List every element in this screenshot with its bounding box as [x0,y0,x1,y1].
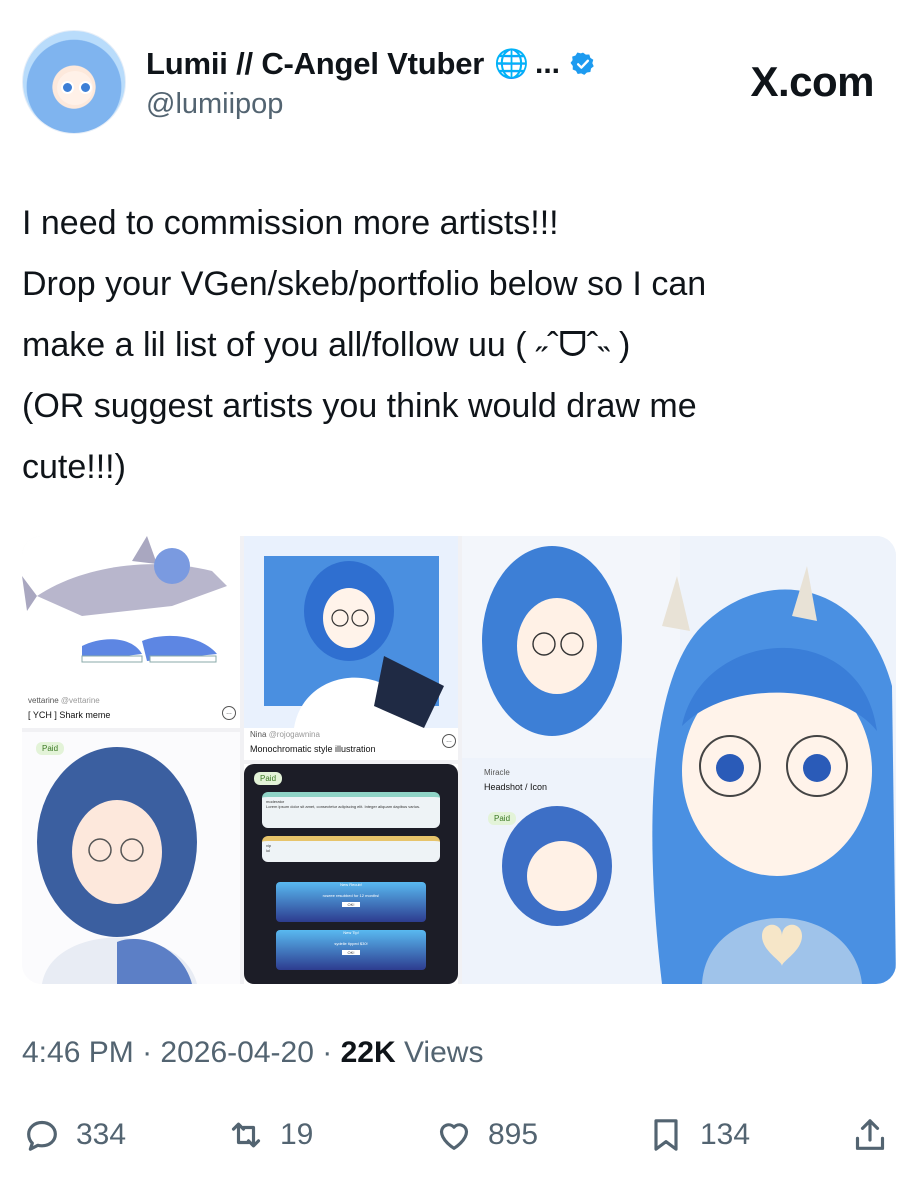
repost-button[interactable]: 19 [226,1115,313,1155]
paid-badge: Paid [36,742,65,755]
display-name[interactable]: Lumii // C-Angel Vtuber [146,46,484,82]
alert-title: New Recub! [340,882,362,887]
share-button[interactable] [850,1115,890,1155]
share-icon [855,1119,885,1150]
repost-icon [231,1122,261,1148]
reply-count: 334 [76,1118,127,1151]
portrait-artwork [22,732,240,984]
site-label: X.com [750,58,874,105]
reply-icon [27,1120,57,1151]
tweet-text: I need to commission more artists!!! Dro… [22,193,892,498]
like-button[interactable]: 895 [434,1115,538,1155]
name-row[interactable]: Lumii // C-Angel Vtuber 🌐 ... [146,44,596,84]
paid-badge: Paid [488,812,517,825]
card-title: [ YCH ] Shark meme [28,710,111,720]
alert-ok-button: OK! [342,950,360,955]
card-title: Monochromatic style illustration [250,744,376,754]
alert-ok-button: OK! [342,902,360,907]
chat-text: Lorem ipsum dolor sit amet, consectetur … [266,804,421,809]
alert-title: New Tip! [343,930,359,935]
avatar-eye-left [61,81,74,94]
chat-text: lol [266,848,271,853]
tweet-header: Lumii // C-Angel Vtuber 🌐 ... @lumiipop … [22,26,892,136]
tweet-time: 4:46 PM [22,1036,134,1069]
reply-button[interactable]: 334 [22,1115,126,1155]
separator: · [142,1036,153,1069]
portfolio-card-shark: vettarine @vettarine [ YCH ] Shark meme … [22,536,240,728]
tweet-line: Drop your VGen/skeb/portfolio below so I… [22,265,707,303]
alert-tip: New Tip! sydelle tipped $30! OK! [276,930,426,970]
tweet-line: (OR suggest artists you think would draw… [22,387,697,425]
chat-message-moderator: moderator Lorem ipsum dolor sit amet, co… [262,792,440,828]
monochromatic-artwork [244,536,458,728]
verified-badge-icon [570,52,594,75]
separator: · [322,1036,333,1069]
like-count: 895 [488,1118,539,1151]
tweet-date: 2026-04-20 [160,1036,314,1069]
tweet-line: make a lil list of you all/follow uu ( ˶… [22,326,631,364]
shark-artwork [22,536,240,684]
headshot-artwork [462,536,896,984]
bookmark-button[interactable]: 134 [646,1115,750,1155]
comment-icon: … [442,734,456,748]
portfolio-card-headshot: Miracle Headshot / Icon Paid [462,536,896,984]
heart-icon [439,1123,469,1150]
avatar-eye-right [79,81,92,94]
card-title: Headshot / Icon [484,782,548,792]
repost-count: 19 [280,1118,314,1151]
card-artist: vettarine @vettarine [28,696,100,705]
user-handle[interactable]: @lumiipop [146,88,283,121]
tweet-line: cute!!!) [22,448,126,486]
card-artist: Nina @rojogawnina [250,730,320,739]
avatar[interactable] [22,30,126,134]
alert-resub: New Recub! roseee resubbed for 12 months… [276,882,426,922]
alert-text: roseee resubbed for 12 months! [322,893,380,898]
bookmark-count: 134 [700,1118,751,1151]
portfolio-card-portrait: Paid [22,732,240,984]
views-label: Views [403,1036,484,1069]
alert-text: sydelle tipped $30! [334,941,368,946]
views-count: 22K [340,1036,396,1069]
bookmark-icon [654,1119,678,1151]
action-bar: 334 19 895 134 [22,1115,894,1165]
card-artist: Miracle [484,768,510,777]
portfolio-card-overlay: Paid moderator Lorem ipsum dolor sit ame… [244,764,458,984]
portfolio-card-monochromatic: Nina @rojogawnina Monochromatic style il… [244,536,458,760]
globe-icon: 🌐 [494,48,530,79]
tweet-line: I need to commission more artists!!! [22,204,559,242]
paid-badge: Paid [254,772,283,785]
chat-message-vip: vip lol [262,836,440,862]
tweet-timestamp[interactable]: 4:46 PM · 2026-04-20 · 22K Views [22,1036,483,1070]
comment-icon: … [222,706,236,720]
name-truncation: ... [535,47,561,80]
media-image[interactable]: vettarine @vettarine [ YCH ] Shark meme … [22,536,896,984]
